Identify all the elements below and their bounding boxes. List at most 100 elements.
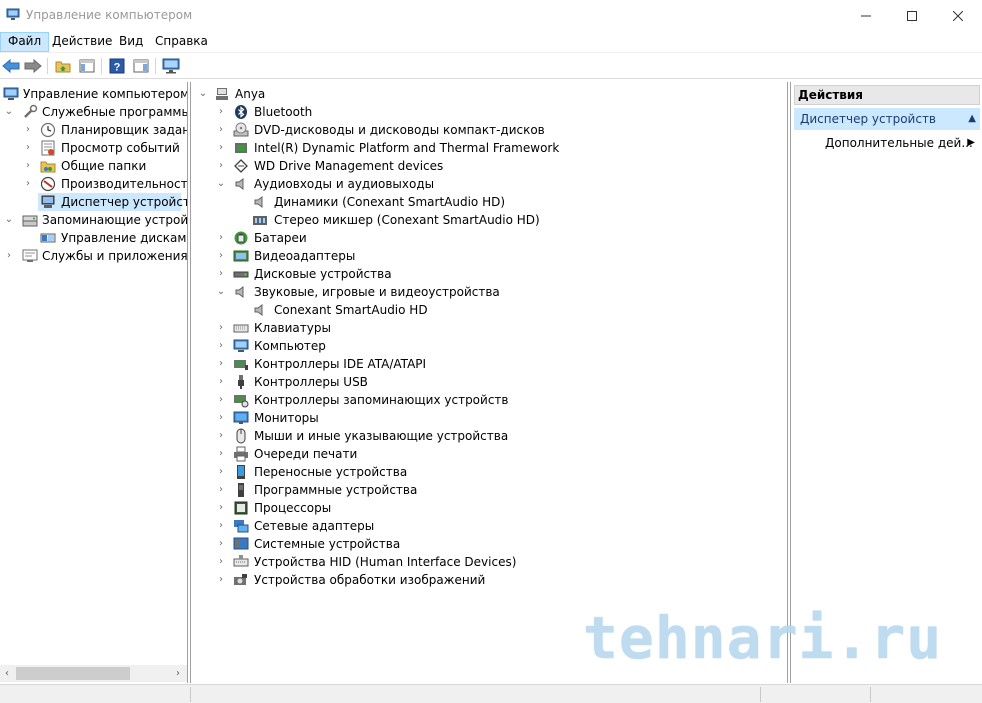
device-label: Динамики (Conexant SmartAudio HD) [274,195,506,209]
device-category[interactable]: › Устройства обработки изображений [191,571,781,589]
menu-action[interactable]: Действие [45,32,119,52]
chevron-right-icon[interactable]: › [216,337,226,355]
tree-item-system-tools[interactable]: ⌄ Служебные программы [0,103,188,121]
chevron-right-icon[interactable]: › [216,427,226,445]
device-category[interactable]: › Процессоры [191,499,781,517]
tree-item-device-manager[interactable]: Диспетчер устройств [38,193,187,211]
chevron-right-icon[interactable]: › [216,553,226,571]
chevron-right-icon[interactable]: › [216,499,226,517]
chevron-right-icon[interactable]: › [216,247,226,265]
chevron-right-icon[interactable]: › [216,517,226,535]
tree-item-performance[interactable]: › Производительность [0,175,187,193]
tree-item-label: Служебные программы [42,105,188,119]
chevron-right-icon[interactable]: › [216,157,226,175]
scroll-left-icon[interactable]: ‹ [1,667,13,680]
back-arrow-icon[interactable] [1,57,21,75]
chevron-right-icon[interactable]: › [216,355,226,373]
up-folder-icon[interactable] [53,57,73,75]
horizontal-scrollbar[interactable]: ‹ › [0,665,187,682]
minimize-button[interactable] [843,0,889,32]
chevron-right-icon[interactable]: › [216,535,226,553]
tree-item-shared-folders[interactable]: › Общие папки [0,157,187,175]
device-category[interactable]: › Переносные устройства [191,463,781,481]
device-category[interactable]: › Системные устройства [191,535,781,553]
device-label: WD Drive Management devices [254,159,444,173]
tree-root[interactable]: Управление компьютером (л [0,85,187,103]
tree-item-task-scheduler[interactable]: › Планировщик заданий [0,121,187,139]
menu-file[interactable]: Файл [0,32,50,52]
maximize-button[interactable] [889,0,935,32]
chevron-right-icon[interactable]: › [23,175,33,193]
collapse-up-icon[interactable]: ▲ [968,108,976,130]
chevron-down-icon[interactable]: ⌄ [216,175,226,193]
scrollbar-thumb[interactable] [16,667,130,680]
device-category[interactable]: › Устройства HID (Human Interface Devices… [191,553,781,571]
device-label: Компьютер [254,339,326,353]
tree-item-services-apps[interactable]: › Службы и приложения [0,247,187,265]
scroll-right-icon[interactable]: › [172,667,184,680]
monitor-icon[interactable] [161,57,181,75]
device-category[interactable]: › Контроллеры IDE ATA/ATAPI [191,355,781,373]
chevron-right-icon[interactable]: › [216,139,226,157]
services-icon [22,248,38,264]
tree-item-disk-management[interactable]: Управление дисками [0,229,187,247]
chevron-right-icon[interactable]: › [216,265,226,283]
device-category[interactable]: › Видеоадаптеры [191,247,781,265]
chevron-right-icon[interactable]: › [23,121,33,139]
show-hide-console-tree-icon[interactable] [77,57,97,75]
chevron-right-icon[interactable]: › [216,571,226,589]
chevron-right-icon[interactable]: › [216,229,226,247]
device-category[interactable]: › Сетевые адаптеры [191,517,781,535]
device-category[interactable]: › Intel(R) Dynamic Platform and Thermal F… [191,139,781,157]
actions-section-device-manager[interactable]: Диспетчер устройств ▲ [794,108,980,130]
tree-item-event-viewer[interactable]: › Просмотр событий [0,139,187,157]
device-category[interactable]: ⌄ Аудиовходы и аудиовыходы [191,175,781,193]
help-icon[interactable]: ? [107,57,127,75]
device-category[interactable]: › Очереди печати [191,445,781,463]
chevron-down-icon[interactable]: ⌄ [4,211,14,229]
chevron-right-icon[interactable]: › [216,373,226,391]
device-category[interactable]: › Программные устройства [191,481,781,499]
device-category[interactable]: › Компьютер [191,337,781,355]
chevron-down-icon[interactable]: ⌄ [198,85,208,103]
device-category[interactable]: › Мыши и иные указывающие устройства [191,427,781,445]
chevron-right-icon[interactable]: › [216,481,226,499]
device-category[interactable]: › DVD-дисководы и дисководы компакт-диско… [191,121,781,139]
device-child-item[interactable]: Стерео микшер (Conexant SmartAudio HD) [191,211,781,229]
ide-controller-icon [233,356,249,372]
tree-item-storage[interactable]: ⌄ Запоминающие устройст [0,211,187,229]
device-category[interactable]: › Дисковые устройства [191,265,781,283]
device-child-item[interactable]: Динамики (Conexant SmartAudio HD) [191,193,781,211]
chevron-right-icon[interactable]: › [216,391,226,409]
device-category[interactable]: › Контроллеры запоминающих устройств [191,391,781,409]
device-tree-root[interactable]: ⌄ Anya [191,85,781,103]
chevron-right-icon[interactable]: › [216,445,226,463]
svg-text:?: ? [114,62,121,74]
chevron-right-icon[interactable]: › [216,409,226,427]
forward-arrow-icon[interactable] [23,57,43,75]
device-category[interactable]: › WD Drive Management devices [191,157,781,175]
chevron-right-icon[interactable]: › [216,319,226,337]
device-category[interactable]: ⌄ Звуковые, игровые и видеоустройства [191,283,781,301]
device-category[interactable]: › Мониторы [191,409,781,427]
device-category[interactable]: › Клавиатуры [191,319,781,337]
device-category[interactable]: › Батареи [191,229,781,247]
device-child-item[interactable]: Conexant SmartAudio HD [191,301,781,319]
chevron-right-icon[interactable]: › [23,157,33,175]
chevron-right-icon[interactable]: › [216,463,226,481]
chevron-right-icon[interactable]: › [216,121,226,139]
menu-help[interactable]: Справка [148,32,215,52]
chevron-right-icon[interactable]: › [4,247,14,265]
chevron-down-icon[interactable]: ⌄ [4,103,14,121]
close-button[interactable] [935,0,981,32]
action-pane-icon[interactable] [131,57,151,75]
mouse-icon [233,428,249,444]
menu-view[interactable]: Вид [112,32,150,52]
actions-more-actions[interactable]: Дополнительные дей... ▶ [794,133,980,153]
chevron-down-icon[interactable]: ⌄ [216,283,226,301]
device-category[interactable]: › Контроллеры USB [191,373,781,391]
device-category[interactable]: › Bluetooth [191,103,781,121]
storage-icon [22,212,38,228]
chevron-right-icon[interactable]: › [23,139,33,157]
chevron-right-icon[interactable]: › [216,103,226,121]
